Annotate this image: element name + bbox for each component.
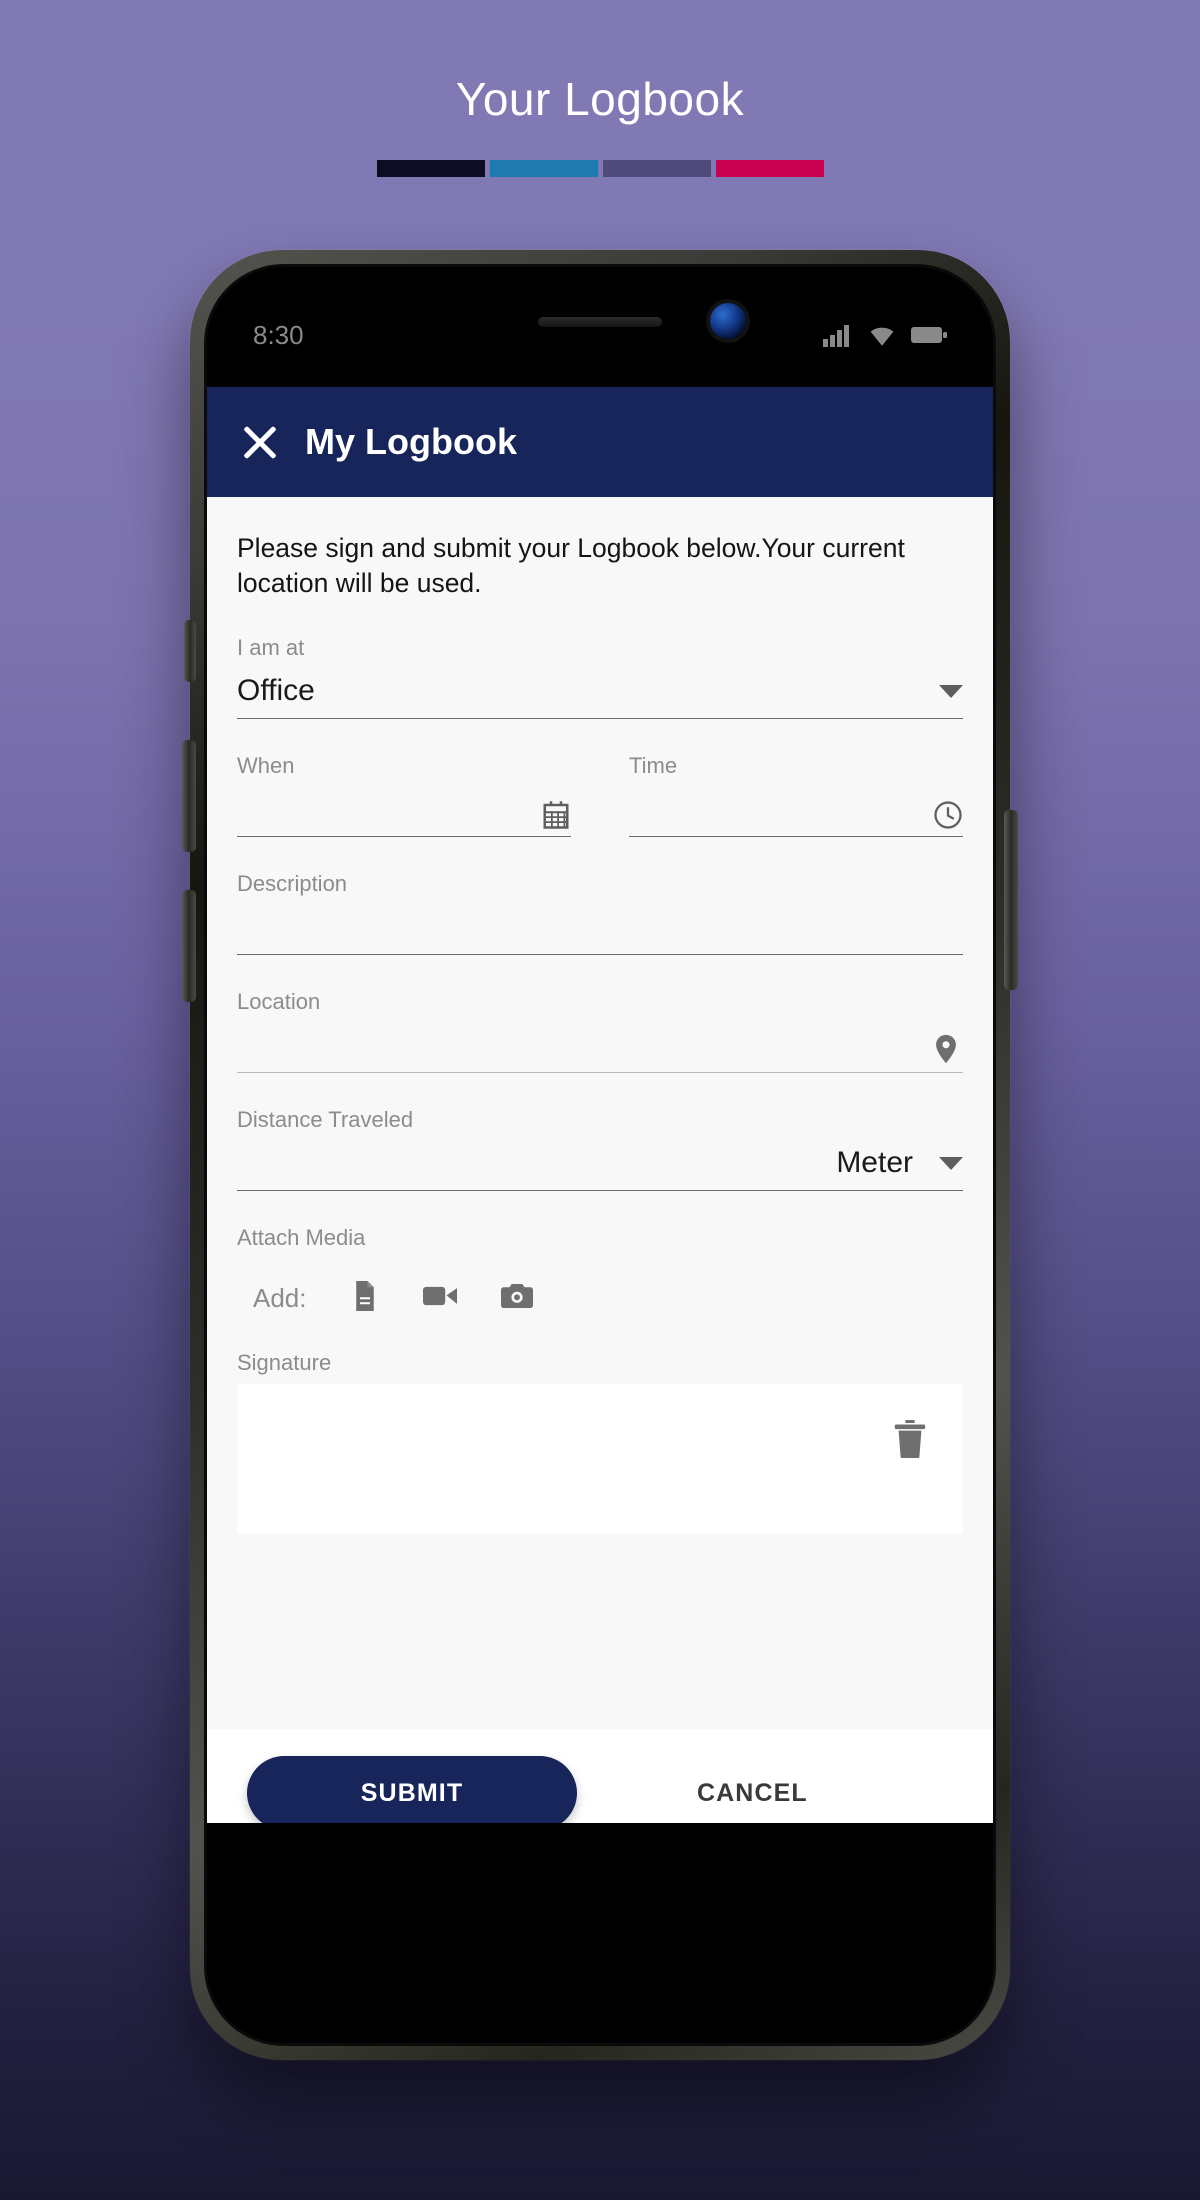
phone-button-volume-up[interactable]	[182, 740, 196, 852]
accent-bar-navy	[376, 160, 485, 177]
logbook-form: Please sign and submit your Logbook belo…	[207, 497, 993, 1857]
accent-bar-row	[0, 160, 1200, 177]
field-time[interactable]: Time	[629, 753, 963, 838]
field-description[interactable]: Description	[233, 837, 967, 956]
i-am-at-select[interactable]: Office	[237, 661, 963, 720]
field-i-am-at[interactable]: I am at Office	[233, 601, 967, 720]
attach-media-add-label: Add:	[253, 1283, 307, 1314]
trash-icon[interactable]	[893, 1420, 927, 1463]
signature-canvas[interactable]	[237, 1384, 963, 1535]
time-label: Time	[629, 753, 678, 779]
clock-icon[interactable]	[933, 800, 963, 830]
form-intro-text: Please sign and submit your Logbook belo…	[237, 533, 905, 599]
i-am-at-label: I am at	[237, 635, 305, 661]
attach-media-row: Add:	[237, 1251, 963, 1316]
map-pin-icon[interactable]	[929, 1032, 963, 1066]
phone-button-power[interactable]	[1004, 810, 1018, 990]
page-title: Your Logbook	[455, 73, 745, 125]
app-header: My Logbook	[207, 387, 993, 497]
phone-screen: 8:30 My Logbook Please sign and submit y…	[204, 264, 996, 2046]
document-icon[interactable]	[351, 1281, 379, 1316]
distance-unit-select[interactable]: Meter	[836, 1146, 963, 1190]
field-signature: Signature	[233, 1316, 967, 1376]
distance-traveled-label: Distance Traveled	[237, 1107, 414, 1133]
field-location[interactable]: Location	[233, 955, 967, 1074]
status-bar-time: 8:30	[253, 319, 304, 350]
when-time-row: When Time	[233, 719, 967, 838]
phone-button-volume-down[interactable]	[182, 890, 196, 1002]
app-title: My Logbook	[305, 421, 517, 462]
phone-bottom-bezel	[207, 1823, 993, 2043]
app-screen: My Logbook Please sign and submit your L…	[207, 387, 993, 1857]
time-input[interactable]	[629, 779, 963, 838]
phone-button-silent[interactable]	[184, 620, 196, 682]
i-am-at-value: Office	[237, 674, 315, 708]
close-icon[interactable]	[241, 423, 279, 461]
attach-media-label: Attach Media	[237, 1225, 366, 1251]
chevron-down-icon[interactable]	[939, 685, 963, 699]
chevron-down-icon[interactable]	[939, 1157, 963, 1171]
field-distance-traveled[interactable]: Distance Traveled Meter	[233, 1073, 967, 1192]
location-input[interactable]	[237, 1015, 963, 1074]
field-when[interactable]: When	[237, 753, 571, 838]
cancel-button[interactable]: CANCEL	[697, 1779, 808, 1808]
accent-bar-purple	[602, 160, 711, 177]
signature-label: Signature	[237, 1350, 332, 1376]
submit-button[interactable]: SUBMIT	[247, 1756, 577, 1830]
front-camera-icon	[710, 303, 746, 339]
accent-bar-crimson	[715, 160, 824, 177]
signal-icon	[823, 323, 853, 347]
camera-icon[interactable]	[500, 1282, 533, 1315]
when-label: When	[237, 753, 295, 779]
field-attach-media: Attach Media Add:	[233, 1191, 967, 1316]
location-label: Location	[237, 989, 321, 1015]
video-camera-icon[interactable]	[422, 1283, 457, 1314]
description-label: Description	[237, 871, 348, 897]
when-input[interactable]	[237, 779, 571, 838]
battery-icon	[911, 325, 947, 345]
earpiece-speaker	[538, 317, 662, 327]
calendar-icon[interactable]	[541, 800, 571, 830]
accent-bar-blue	[489, 160, 598, 177]
description-input[interactable]	[237, 897, 963, 956]
phone-mockup: 8:30 My Logbook Please sign and submit y…	[182, 250, 1018, 2060]
status-bar-icons	[823, 305, 947, 347]
distance-unit-value: Meter	[836, 1146, 913, 1180]
wifi-icon	[867, 323, 897, 347]
distance-traveled-input[interactable]: Meter	[237, 1133, 963, 1192]
